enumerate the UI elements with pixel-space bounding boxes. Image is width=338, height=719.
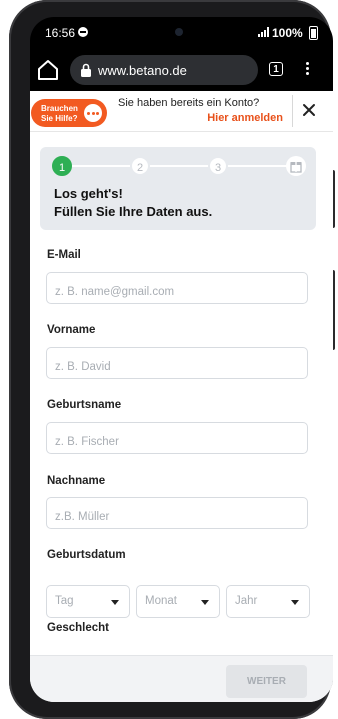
- phone-frame: 16:56 100% www.betano.de 1 Brauchen Sie …: [9, 0, 335, 719]
- lock-icon: [81, 63, 91, 77]
- firstname-field[interactable]: [46, 347, 308, 379]
- close-icon[interactable]: [301, 102, 317, 118]
- month-select-value: Monat: [145, 595, 177, 607]
- month-select[interactable]: Monat: [136, 585, 220, 618]
- browser-toolbar: www.betano.de 1: [30, 50, 333, 90]
- status-bar: 16:56 100%: [30, 17, 333, 47]
- phone-screen: 16:56 100% www.betano.de 1 Brauchen Sie …: [30, 17, 333, 702]
- birthname-label: Geburtsname: [47, 399, 122, 411]
- help-label-line1: Brauchen: [41, 104, 78, 113]
- birthdate-label: Geburtsdatum: [47, 549, 126, 561]
- front-camera: [175, 28, 183, 36]
- card-title-line2: Füllen Sie Ihre Daten aus.: [54, 204, 213, 219]
- header-divider: [292, 95, 293, 127]
- chevron-down-icon: [201, 600, 209, 605]
- firstname-label: Vorname: [47, 324, 96, 336]
- help-button[interactable]: Brauchen Sie Hilfe?: [31, 99, 107, 127]
- help-label-line2: Sie Hilfe?: [41, 114, 78, 123]
- step-indicator: 1 2 3: [52, 156, 306, 176]
- next-button[interactable]: WEITER: [226, 665, 307, 698]
- day-select[interactable]: Tag: [46, 585, 130, 618]
- notification-icon: [78, 27, 88, 37]
- signal-icon: [258, 27, 270, 37]
- step-3: 3: [208, 156, 228, 176]
- gift-icon: [286, 156, 306, 176]
- progress-card: 1 2 3 Los geht's! Füllen Sie Ihre Daten …: [40, 147, 316, 230]
- battery-icon: [309, 26, 318, 40]
- email-label: E-Mail: [47, 249, 81, 261]
- login-link[interactable]: Hier anmelden: [207, 112, 283, 124]
- gender-label: Geschlecht: [47, 622, 109, 634]
- web-page: Brauchen Sie Hilfe? Sie haben bereits ei…: [30, 91, 333, 702]
- year-select[interactable]: Jahr: [226, 585, 310, 618]
- step-1: 1: [52, 156, 72, 176]
- login-question: Sie haben bereits ein Konto?: [118, 97, 260, 109]
- chat-bubble-icon: [84, 104, 102, 122]
- lastname-field[interactable]: [46, 497, 308, 529]
- home-icon[interactable]: [36, 59, 60, 81]
- email-field[interactable]: [46, 272, 308, 304]
- address-bar[interactable]: www.betano.de: [70, 55, 258, 85]
- card-title-line1: Los geht's!: [54, 186, 123, 201]
- birthname-field[interactable]: [46, 422, 308, 454]
- page-header: Brauchen Sie Hilfe? Sie haben bereits ei…: [30, 91, 333, 132]
- chevron-down-icon: [291, 600, 299, 605]
- year-select-value: Jahr: [235, 595, 258, 607]
- step-2: 2: [130, 156, 150, 176]
- status-time: 16:56: [45, 26, 76, 40]
- step-line: [62, 165, 296, 167]
- url-text: www.betano.de: [98, 63, 187, 78]
- footer-bar: WEITER: [30, 655, 333, 702]
- day-select-value: Tag: [55, 595, 74, 607]
- chevron-down-icon: [111, 600, 119, 605]
- more-menu-icon[interactable]: [305, 60, 311, 80]
- lastname-label: Nachname: [47, 475, 106, 487]
- battery-percent: 100%: [272, 26, 303, 40]
- tabs-icon[interactable]: 1: [269, 62, 283, 76]
